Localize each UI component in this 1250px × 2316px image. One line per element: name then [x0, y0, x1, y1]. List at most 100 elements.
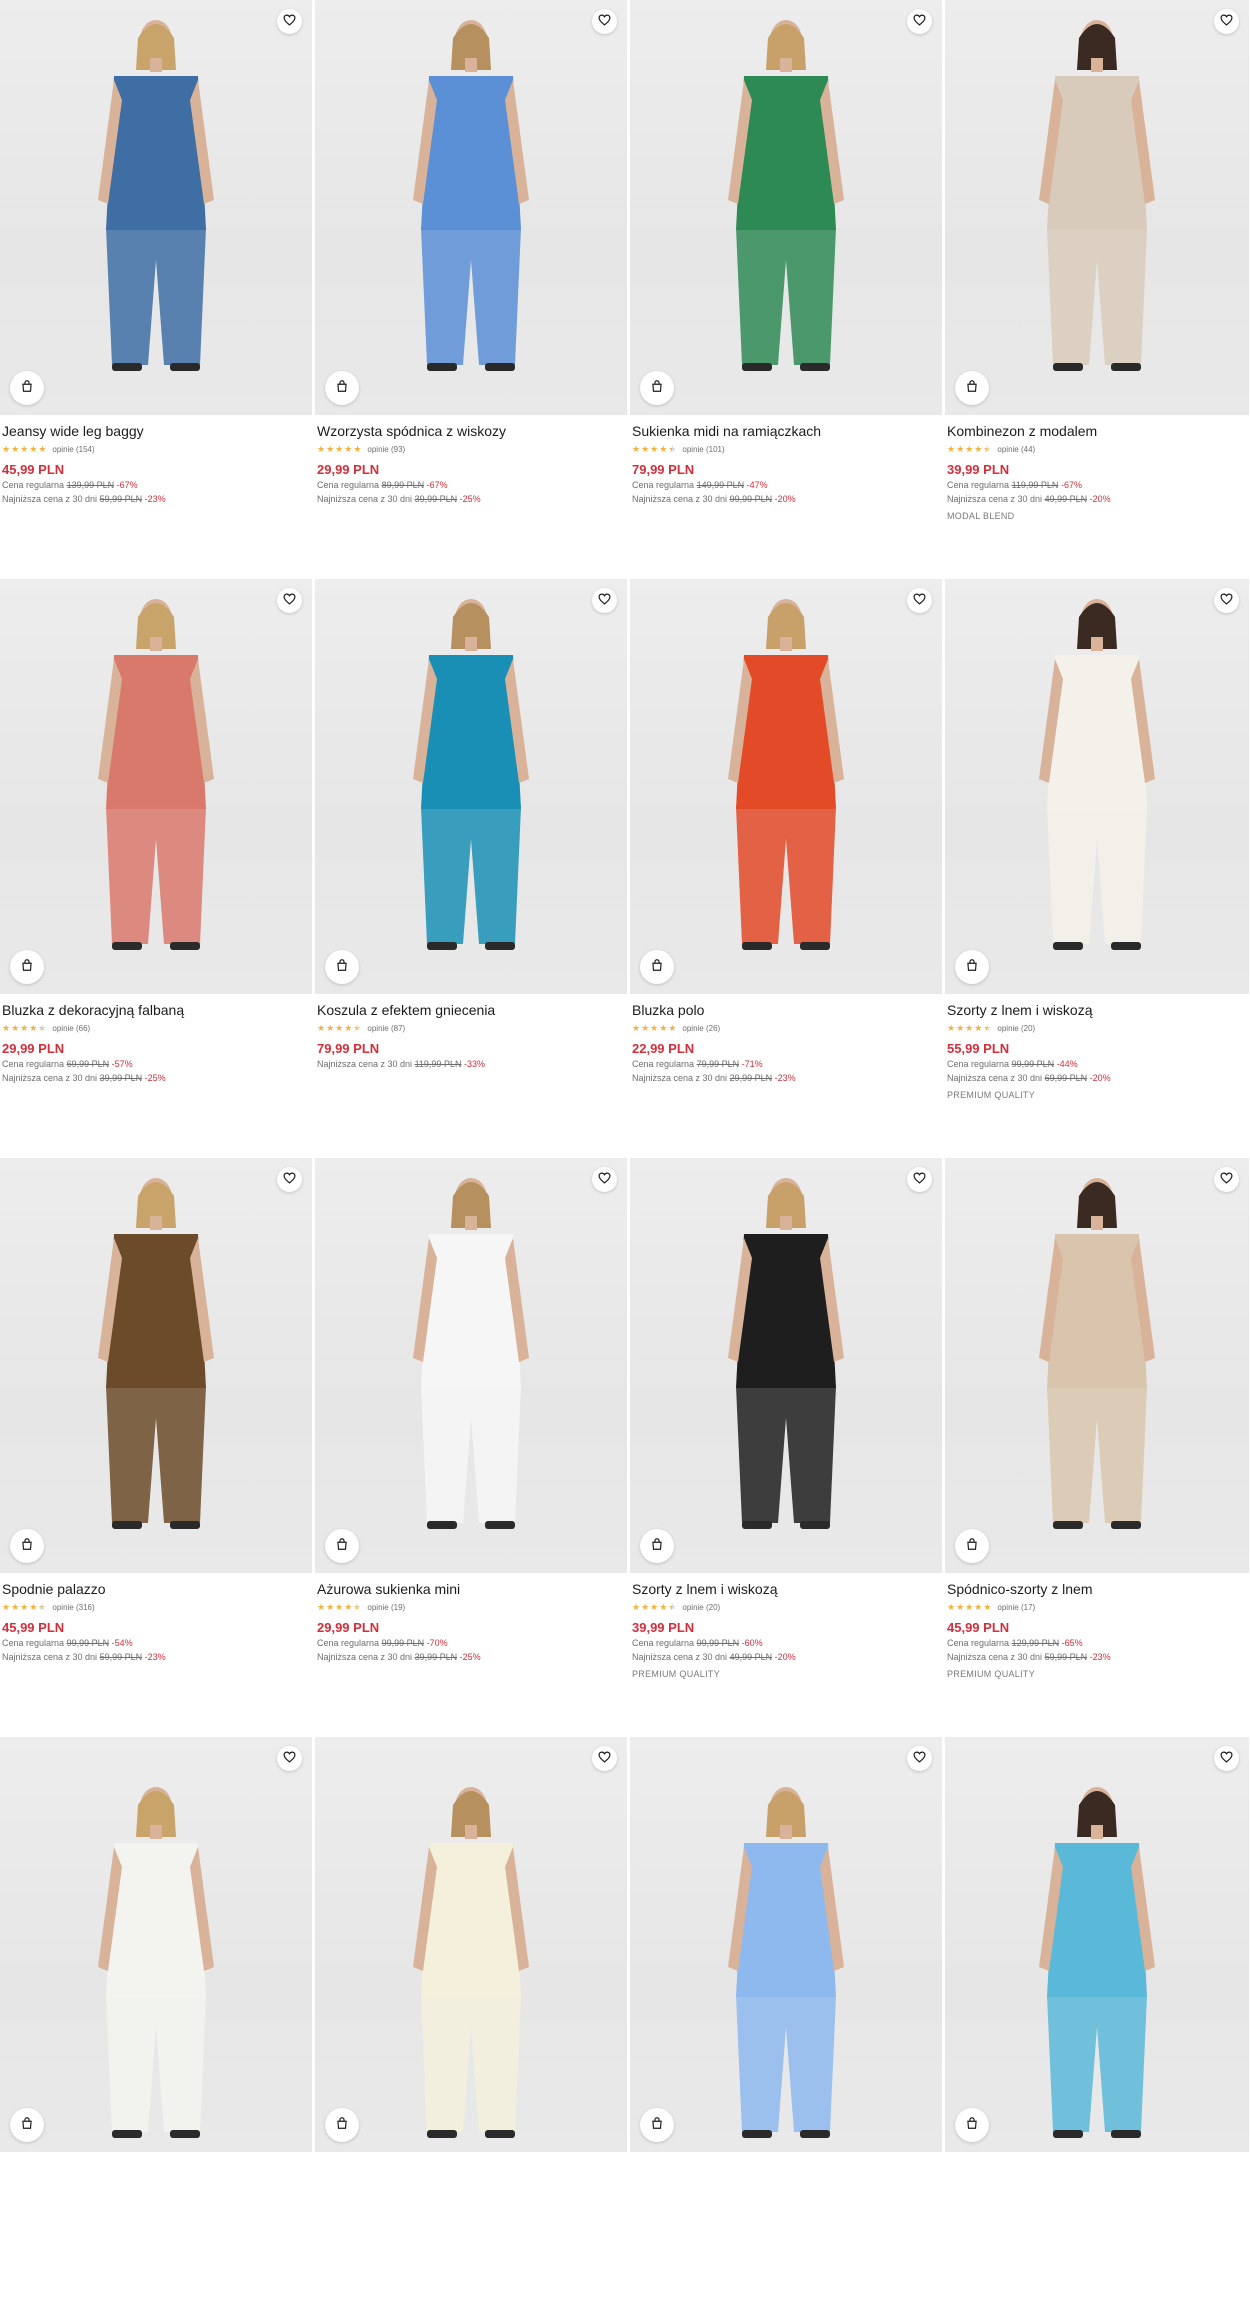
add-to-bag-button[interactable] [640, 950, 674, 984]
add-to-favorites-button[interactable] [1214, 1746, 1239, 1771]
product-name[interactable]: Bluzka polo [632, 1001, 940, 1019]
product-image[interactable] [315, 0, 627, 415]
add-to-favorites-button[interactable] [592, 1746, 617, 1771]
add-to-bag-button[interactable] [10, 2108, 44, 2142]
add-to-favorites-button[interactable] [592, 588, 617, 613]
product-photo[interactable] [630, 1158, 942, 1573]
product-photo[interactable] [0, 1158, 312, 1573]
review-count[interactable]: opinie (17) [997, 1603, 1035, 1612]
add-to-favorites-button[interactable] [592, 9, 617, 34]
add-to-favorites-button[interactable] [1214, 1167, 1239, 1192]
product-photo[interactable] [945, 579, 1249, 994]
product-photo[interactable] [0, 0, 312, 415]
add-to-favorites-button[interactable] [1214, 588, 1239, 613]
product-image[interactable] [945, 1737, 1249, 2152]
product-image[interactable] [945, 579, 1249, 994]
review-count[interactable]: opinie (154) [52, 445, 94, 454]
product-name[interactable]: Szorty z lnem i wiskozą [632, 1580, 940, 1598]
add-to-favorites-button[interactable] [907, 1746, 932, 1771]
product-image[interactable] [945, 1158, 1249, 1573]
product-card[interactable]: Bluzka z dekoracyjną falbaną ★ ★ ★ ★ ★ opinie … [0, 579, 312, 1158]
add-to-favorites-button[interactable] [592, 1167, 617, 1192]
review-count[interactable]: opinie (20) [682, 1603, 720, 1612]
add-to-bag-button[interactable] [640, 1529, 674, 1563]
product-photo[interactable] [630, 579, 942, 994]
product-name[interactable]: Spodnie palazzo [2, 1580, 310, 1598]
product-card[interactable]: Ażurowa sukienka mini ★ ★ ★ ★ ★ opinie (19) 29,… [315, 1158, 627, 1737]
add-to-bag-button[interactable] [640, 371, 674, 405]
product-card[interactable]: Spodnie palazzo ★ ★ ★ ★ ★ opinie (316) 45,99 PL… [0, 1158, 312, 1737]
add-to-favorites-button[interactable] [907, 9, 932, 34]
product-card[interactable] [0, 1737, 312, 2316]
review-count[interactable]: opinie (19) [367, 1603, 405, 1612]
product-card[interactable]: Sukienka midi na ramiączkach ★ ★ ★ ★ ★ opinie … [630, 0, 942, 579]
product-card[interactable] [315, 1737, 627, 2316]
product-photo[interactable] [945, 1737, 1249, 2152]
add-to-bag-button[interactable] [955, 371, 989, 405]
product-image[interactable] [0, 0, 312, 415]
product-image[interactable] [0, 1158, 312, 1573]
add-to-favorites-button[interactable] [907, 588, 932, 613]
review-count[interactable]: opinie (316) [52, 1603, 94, 1612]
product-card[interactable]: Szorty z lnem i wiskozą ★ ★ ★ ★ ★ opinie (20) 5… [945, 579, 1249, 1158]
review-count[interactable]: opinie (20) [997, 1024, 1035, 1033]
add-to-bag-button[interactable] [325, 950, 359, 984]
product-name[interactable]: Szorty z lnem i wiskozą [947, 1001, 1247, 1019]
product-photo[interactable] [0, 579, 312, 994]
add-to-favorites-button[interactable] [277, 588, 302, 613]
product-image[interactable] [315, 579, 627, 994]
product-image[interactable] [0, 1737, 312, 2152]
product-card[interactable]: Bluzka polo ★ ★ ★ ★ ★ opinie (26) 22,99 PLN Cena… [630, 579, 942, 1158]
product-card[interactable]: Szorty z lnem i wiskozą ★ ★ ★ ★ ★ opinie (20) 3… [630, 1158, 942, 1737]
product-name[interactable]: Spódnico-szorty z lnem [947, 1580, 1247, 1598]
add-to-favorites-button[interactable] [907, 1167, 932, 1192]
product-card[interactable] [945, 1737, 1249, 2316]
product-photo[interactable] [315, 579, 627, 994]
add-to-bag-button[interactable] [10, 371, 44, 405]
add-to-bag-button[interactable] [10, 1529, 44, 1563]
add-to-favorites-button[interactable] [277, 1746, 302, 1771]
review-count[interactable]: opinie (26) [682, 1024, 720, 1033]
product-card[interactable]: Kombinezon z modalem ★ ★ ★ ★ ★ opinie (44) 39,9… [945, 0, 1249, 579]
add-to-bag-button[interactable] [325, 371, 359, 405]
product-name[interactable]: Bluzka z dekoracyjną falbaną [2, 1001, 310, 1019]
product-image[interactable] [630, 0, 942, 415]
product-name[interactable]: Ażurowa sukienka mini [317, 1580, 625, 1598]
product-card[interactable]: Spódnico-szorty z lnem ★ ★ ★ ★ ★ opinie (17) 45… [945, 1158, 1249, 1737]
product-photo[interactable] [630, 1737, 942, 2152]
add-to-favorites-button[interactable] [1214, 9, 1239, 34]
add-to-favorites-button[interactable] [277, 1167, 302, 1192]
product-image[interactable] [630, 1737, 942, 2152]
review-count[interactable]: opinie (101) [682, 445, 724, 454]
product-photo[interactable] [945, 0, 1249, 415]
product-image[interactable] [0, 579, 312, 994]
product-image[interactable] [630, 579, 942, 994]
product-image[interactable] [945, 0, 1249, 415]
product-photo[interactable] [945, 1158, 1249, 1573]
product-image[interactable] [630, 1158, 942, 1573]
review-count[interactable]: opinie (66) [52, 1024, 90, 1033]
product-name[interactable]: Jeansy wide leg baggy [2, 422, 310, 440]
add-to-bag-button[interactable] [955, 2108, 989, 2142]
product-name[interactable]: Kombinezon z modalem [947, 422, 1247, 440]
product-photo[interactable] [315, 1158, 627, 1573]
add-to-favorites-button[interactable] [277, 9, 302, 34]
review-count[interactable]: opinie (93) [367, 445, 405, 454]
product-photo[interactable] [630, 0, 942, 415]
review-count[interactable]: opinie (44) [997, 445, 1035, 454]
product-photo[interactable] [315, 1737, 627, 2152]
product-card[interactable] [630, 1737, 942, 2316]
product-image[interactable] [315, 1737, 627, 2152]
product-card[interactable]: Jeansy wide leg baggy ★ ★ ★ ★ ★ opinie (154) 45… [0, 0, 312, 579]
product-photo[interactable] [315, 0, 627, 415]
product-name[interactable]: Sukienka midi na ramiączkach [632, 422, 940, 440]
product-card[interactable]: Koszula z efektem gniecenia ★ ★ ★ ★ ★ opinie (… [315, 579, 627, 1158]
add-to-bag-button[interactable] [640, 2108, 674, 2142]
add-to-bag-button[interactable] [10, 950, 44, 984]
product-photo[interactable] [0, 1737, 312, 2152]
product-image[interactable] [315, 1158, 627, 1573]
add-to-bag-button[interactable] [325, 1529, 359, 1563]
add-to-bag-button[interactable] [955, 950, 989, 984]
add-to-bag-button[interactable] [325, 2108, 359, 2142]
add-to-bag-button[interactable] [955, 1529, 989, 1563]
